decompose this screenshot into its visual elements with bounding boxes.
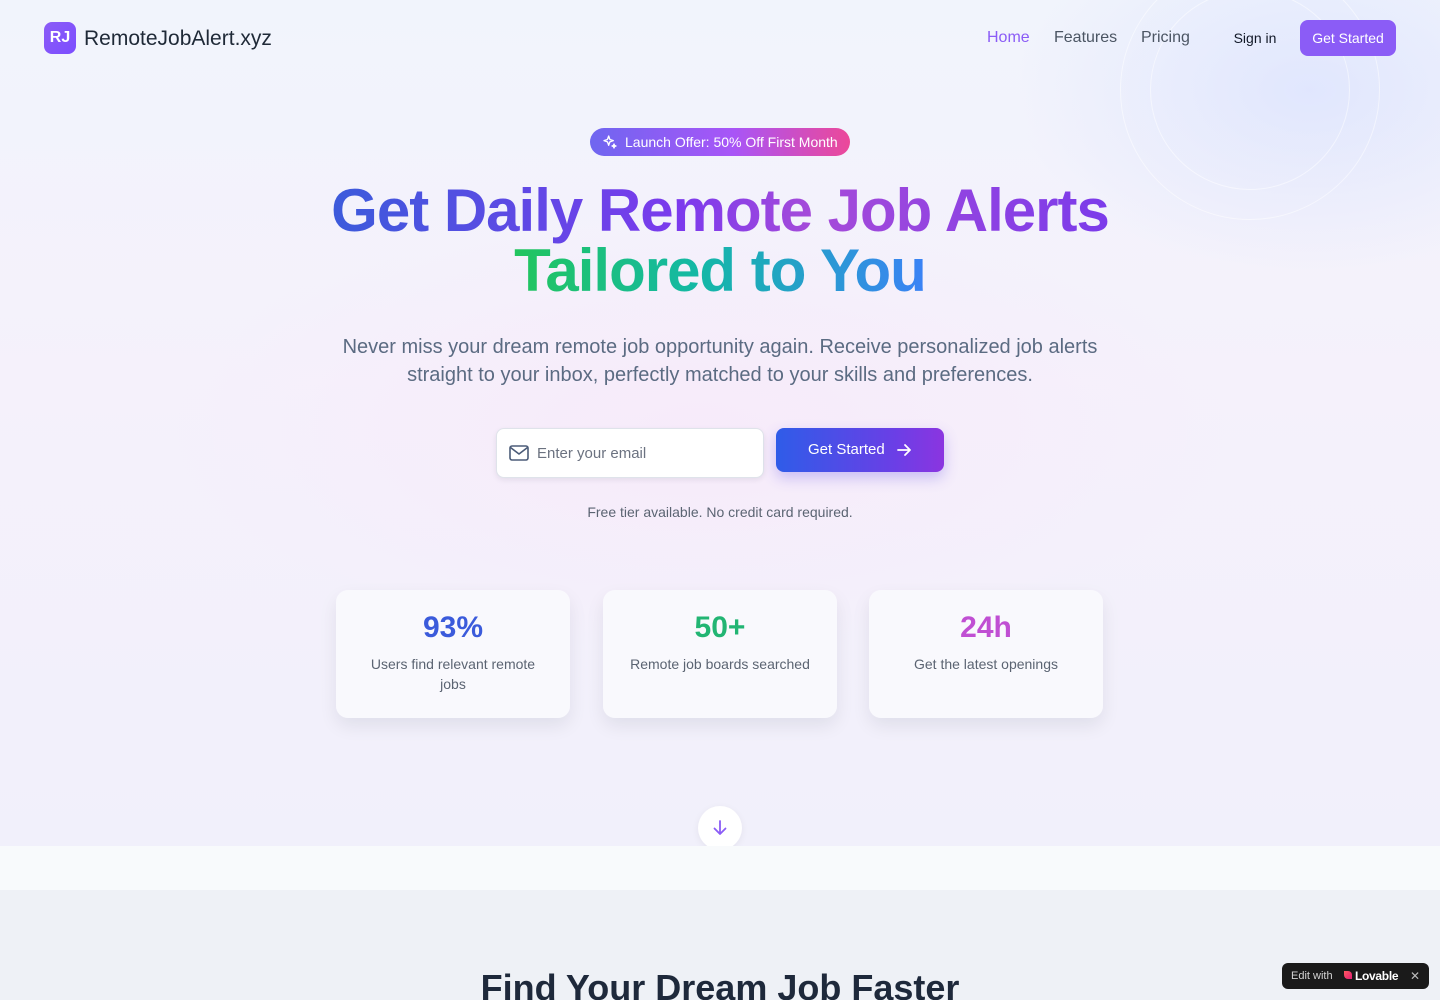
stat-card: 93% Users find relevant remote jobs (336, 590, 570, 718)
headline-text-1: Get Daily Remote Job Alerts (331, 177, 1110, 244)
section-title: Find Your Dream Job Faster (480, 967, 960, 1000)
logo-badge[interactable]: RJ (44, 22, 76, 54)
hero-section: RJ RemoteJobAlert.xyz Home Features Pric… (0, 0, 1440, 846)
free-tier-note: Free tier available. No credit card requ… (587, 504, 853, 520)
lovable-brand: Lovable (1355, 969, 1399, 983)
stat-card: 50+ Remote job boards searched (603, 590, 837, 718)
mail-icon (509, 445, 529, 461)
top-nav: RJ RemoteJobAlert.xyz Home Features Pric… (0, 0, 1440, 76)
launch-offer-text: Launch Offer: 50% Off First Month (625, 134, 838, 150)
nav-get-started-button[interactable]: Get Started (1300, 20, 1396, 56)
nav-link-features[interactable]: Features (1054, 29, 1117, 47)
headline-line-1: Get Daily Remote Job Alerts (0, 180, 1440, 242)
stat-label: Users find relevant remote jobs (370, 656, 536, 692)
stat-value: 24h (960, 611, 1012, 644)
lovable-heart-icon (1344, 971, 1352, 979)
hero-get-started-label: Get Started (808, 441, 885, 458)
sparkles-icon (603, 135, 617, 149)
lovable-edit-text: Edit with (1291, 970, 1333, 982)
close-icon[interactable]: ✕ (1410, 963, 1420, 989)
scroll-down-button[interactable] (698, 806, 742, 846)
edit-with-lovable-badge[interactable]: Edit with Lovable ✕ (1282, 963, 1429, 989)
hero-get-started-button[interactable]: Get Started (776, 428, 944, 472)
sign-in-button[interactable]: Sign in (1218, 22, 1292, 54)
stat-card: 24h Get the latest openings (869, 590, 1103, 718)
email-input[interactable] (537, 430, 757, 476)
arrow-right-icon (897, 444, 911, 456)
nav-link-home[interactable]: Home (987, 29, 1030, 47)
hero-subtitle: Never miss your dream remote job opportu… (342, 336, 1098, 386)
stat-value: 93% (422, 611, 484, 644)
arrow-down-icon (713, 820, 727, 835)
nav-link-pricing[interactable]: Pricing (1141, 29, 1190, 47)
stat-label: Remote job boards searched (630, 656, 810, 672)
stat-label: Get the latest openings (914, 656, 1058, 672)
email-field[interactable] (496, 428, 764, 478)
logo-text[interactable]: RemoteJobAlert.xyz (84, 27, 272, 51)
section-divider (0, 846, 1440, 890)
stat-value: 50+ (694, 611, 746, 644)
headline-line-2: Tailored to You (0, 240, 1440, 302)
launch-offer-badge: Launch Offer: 50% Off First Month (590, 128, 850, 156)
headline-text-2: Tailored to You (514, 237, 927, 304)
